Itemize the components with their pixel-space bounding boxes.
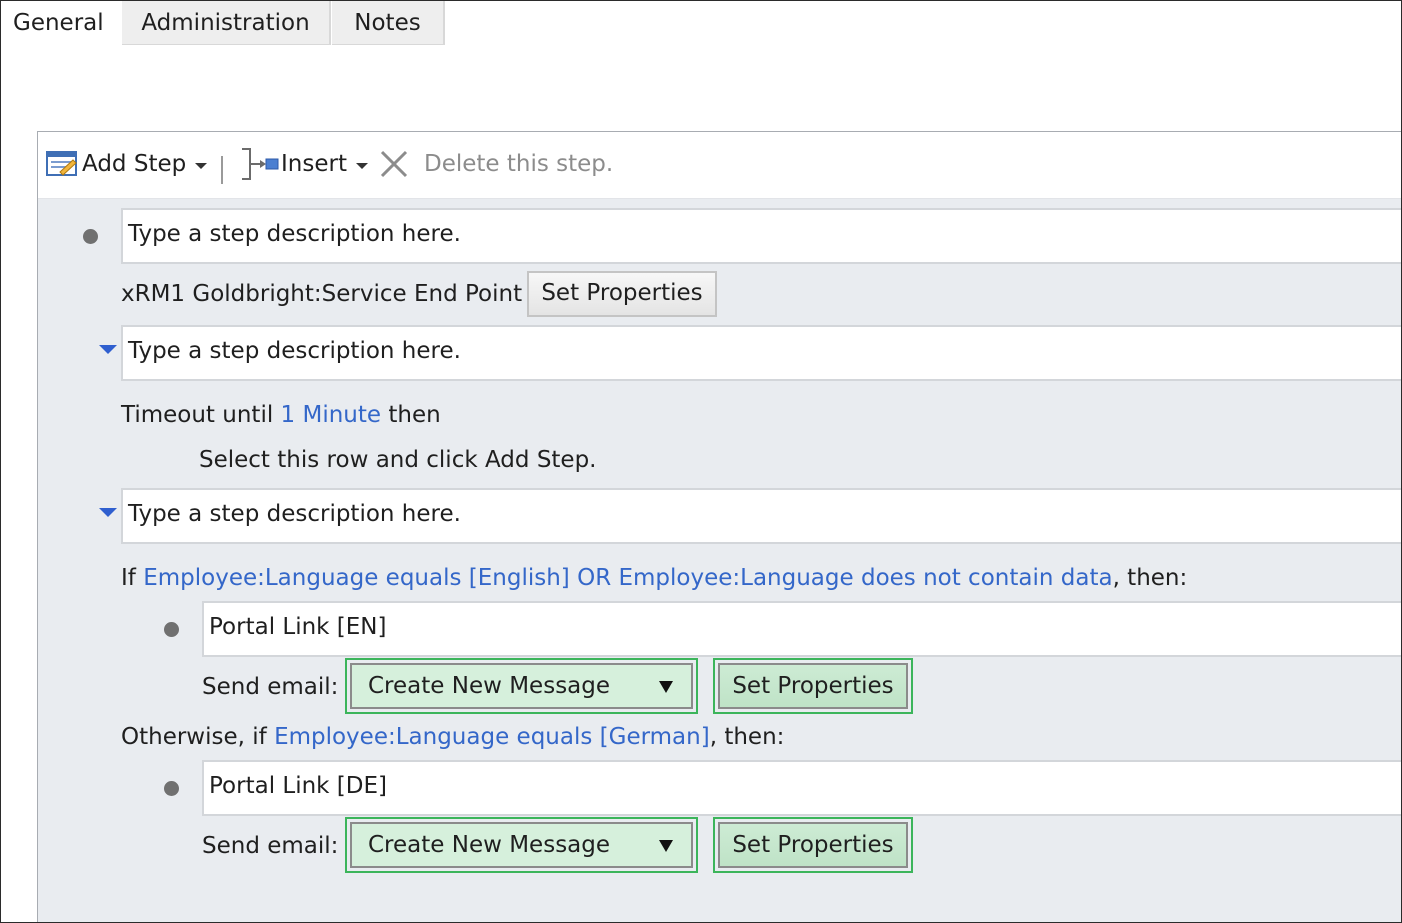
insert-icon bbox=[242, 148, 279, 180]
form-window: General Administration Notes Add Step In… bbox=[0, 0, 1402, 923]
email-template-value: Create New Message bbox=[350, 663, 693, 709]
add-step-icon bbox=[46, 151, 77, 176]
send-email-label: Send email: bbox=[202, 674, 339, 700]
step-description-input[interactable]: Type a step description here. bbox=[121, 488, 1401, 544]
else-condition-link[interactable]: Employee:Language equals [German] bbox=[274, 724, 710, 750]
close-icon bbox=[380, 150, 408, 178]
dropdown-arrow-icon bbox=[659, 840, 673, 852]
tab-notes[interactable]: Notes bbox=[332, 1, 445, 45]
toolbar-divider bbox=[221, 156, 223, 184]
collapse-arrow-icon[interactable] bbox=[99, 345, 117, 354]
delete-step-label: Delete this step. bbox=[424, 151, 614, 177]
otherwise-condition-row: Otherwise, if Employee:Language equals [… bbox=[121, 722, 784, 752]
set-properties-label: Set Properties bbox=[718, 822, 908, 868]
insert-button[interactable]: Insert bbox=[238, 132, 368, 196]
collapse-arrow-icon[interactable] bbox=[99, 508, 117, 517]
delete-step-button[interactable]: Delete this step. bbox=[378, 132, 613, 196]
designer-toolbar: Add Step Insert Delete this step. bbox=[38, 132, 1401, 199]
dropdown-arrow-icon bbox=[659, 681, 673, 693]
step-description-input[interactable]: Portal Link [DE] bbox=[202, 760, 1401, 816]
tab-general-label: General bbox=[13, 10, 104, 36]
step-description-input[interactable]: Type a step description here. bbox=[121, 325, 1401, 381]
step-bullet-icon bbox=[83, 229, 98, 244]
step-bullet-icon bbox=[164, 622, 179, 637]
add-step-label: Add Step bbox=[82, 151, 187, 177]
timeout-condition: Timeout until 1 Minute then bbox=[121, 400, 441, 430]
timeout-placeholder-row[interactable]: Select this row and click Add Step. bbox=[199, 445, 597, 475]
insert-label: Insert bbox=[281, 151, 347, 177]
timeout-suffix: then bbox=[388, 402, 441, 428]
else-prefix: Otherwise, if bbox=[121, 724, 267, 750]
tab-administration[interactable]: Administration bbox=[122, 1, 331, 45]
email-template-text: Create New Message bbox=[368, 673, 611, 699]
set-properties-button[interactable]: Set Properties bbox=[527, 271, 717, 317]
workflow-designer: Add Step Insert Delete this step. Type a… bbox=[37, 131, 1401, 922]
timeout-prefix: Timeout until bbox=[121, 402, 274, 428]
tab-notes-label: Notes bbox=[354, 10, 421, 36]
if-condition-link[interactable]: Employee:Language equals [English] OR Em… bbox=[143, 565, 1112, 591]
email-template-value: Create New Message bbox=[350, 822, 693, 868]
step-description-input[interactable]: Portal Link [EN] bbox=[202, 601, 1401, 657]
tab-administration-label: Administration bbox=[141, 10, 310, 36]
chevron-down-icon bbox=[355, 162, 368, 169]
set-properties-button[interactable]: Set Properties bbox=[713, 658, 913, 714]
step-bullet-icon bbox=[164, 781, 179, 796]
if-condition-row: If Employee:Language equals [English] OR… bbox=[121, 563, 1187, 593]
if-suffix: , then: bbox=[1112, 565, 1188, 591]
chevron-down-icon bbox=[195, 162, 208, 169]
step-description-input[interactable]: Type a step description here. bbox=[121, 208, 1401, 264]
if-prefix: If bbox=[121, 565, 136, 591]
step-action-label: xRM1 Goldbright:Service End Point bbox=[121, 281, 523, 307]
timeout-value-link[interactable]: 1 Minute bbox=[281, 402, 382, 428]
else-suffix: , then: bbox=[709, 724, 785, 750]
send-email-label: Send email: bbox=[202, 833, 339, 859]
email-template-text: Create New Message bbox=[368, 832, 611, 858]
tab-general[interactable]: General bbox=[1, 1, 119, 45]
set-properties-label: Set Properties bbox=[718, 663, 908, 709]
email-template-select[interactable]: Create New Message bbox=[345, 817, 698, 873]
email-template-select[interactable]: Create New Message bbox=[345, 658, 698, 714]
add-step-button[interactable]: Add Step bbox=[46, 132, 208, 196]
set-properties-button[interactable]: Set Properties bbox=[713, 817, 913, 873]
